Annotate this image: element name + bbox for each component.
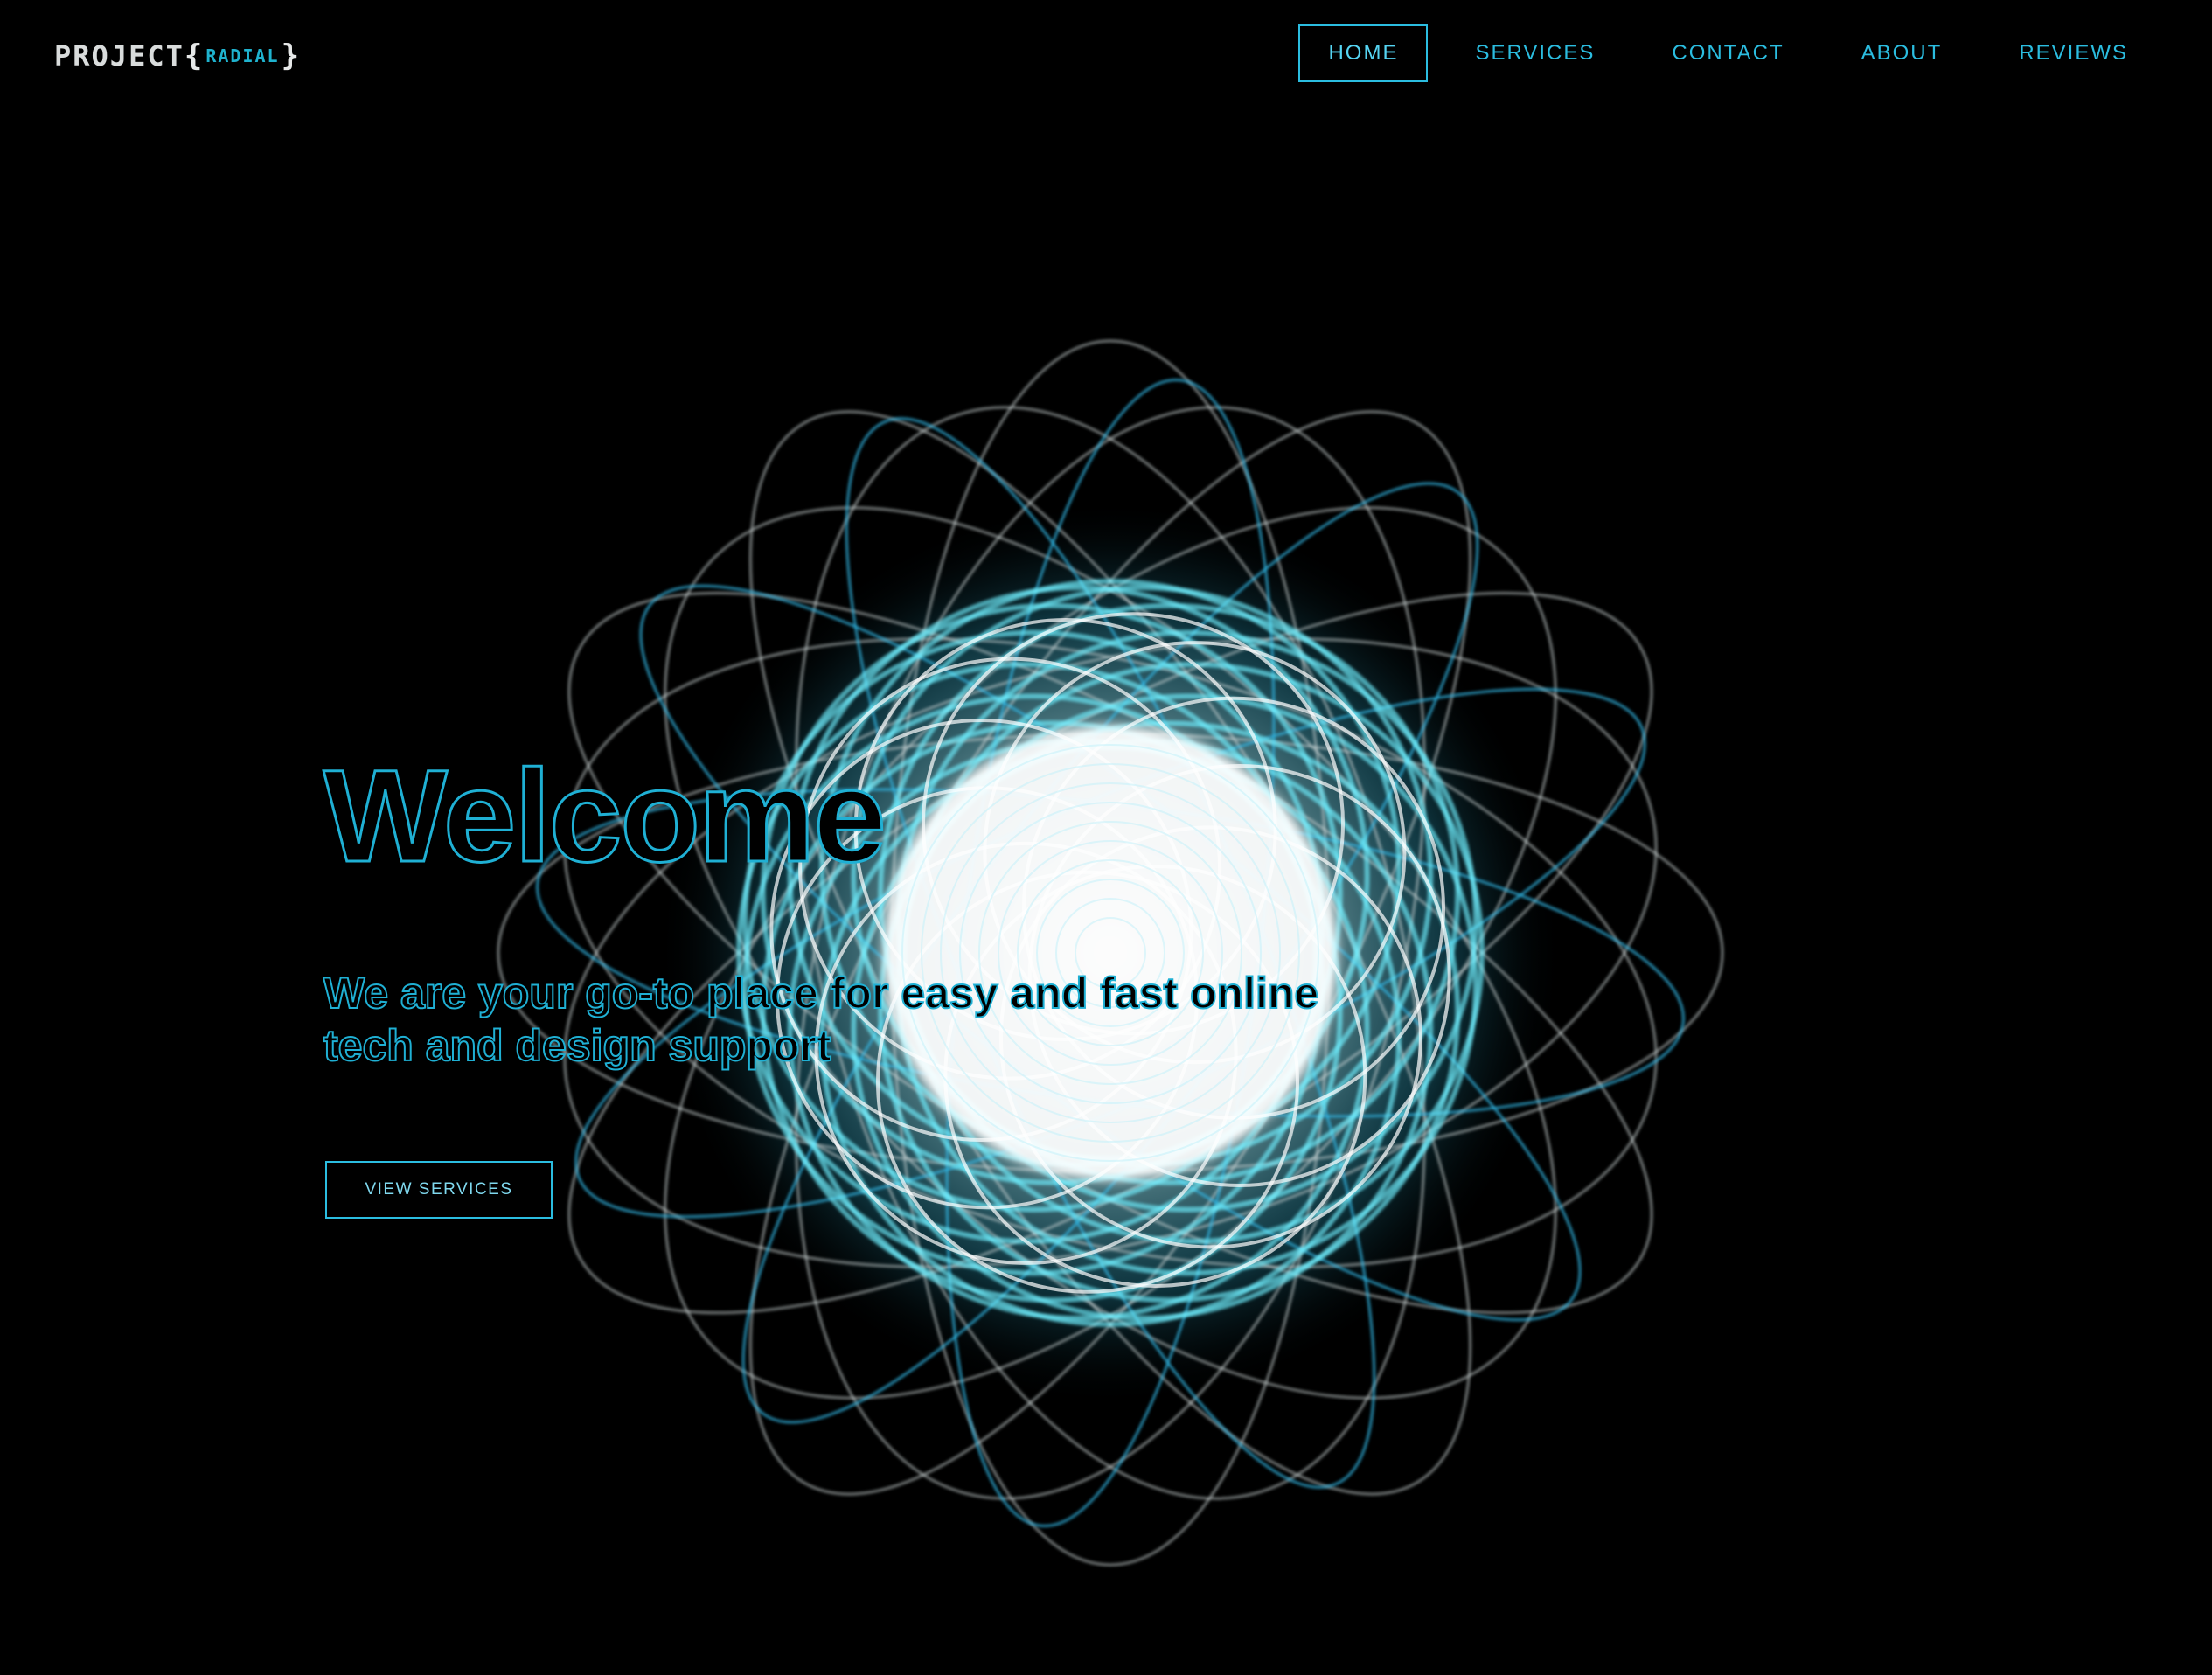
hero-title: Welcome — [323, 742, 888, 889]
view-services-button[interactable]: VIEW SERVICES — [325, 1161, 553, 1219]
radial-glow-graphic — [497, 339, 1724, 1567]
logo-open-brace: { — [184, 38, 205, 73]
main-navigation: HOME SERVICES CONTACT ABOUT REVIEWS — [1298, 24, 2158, 82]
landing-page: PROJECT { RADIAL } HOME SERVICES CONTACT… — [0, 0, 2212, 1675]
glow-core — [883, 726, 1338, 1180]
nav-contact[interactable]: CONTACT — [1642, 24, 1813, 82]
logo-accent-word: RADIAL — [205, 45, 280, 66]
nav-about[interactable]: ABOUT — [1832, 24, 1972, 82]
nav-services[interactable]: SERVICES — [1445, 24, 1624, 82]
logo-close-brace: } — [281, 38, 302, 73]
hero-subtitle: We are your go-to place for easy and fas… — [323, 968, 1319, 1071]
logo-wordmark: PROJECT — [54, 39, 184, 73]
nav-home[interactable]: HOME — [1298, 24, 1429, 82]
nav-reviews[interactable]: REVIEWS — [1989, 24, 2158, 82]
brand-logo[interactable]: PROJECT { RADIAL } — [54, 38, 301, 73]
